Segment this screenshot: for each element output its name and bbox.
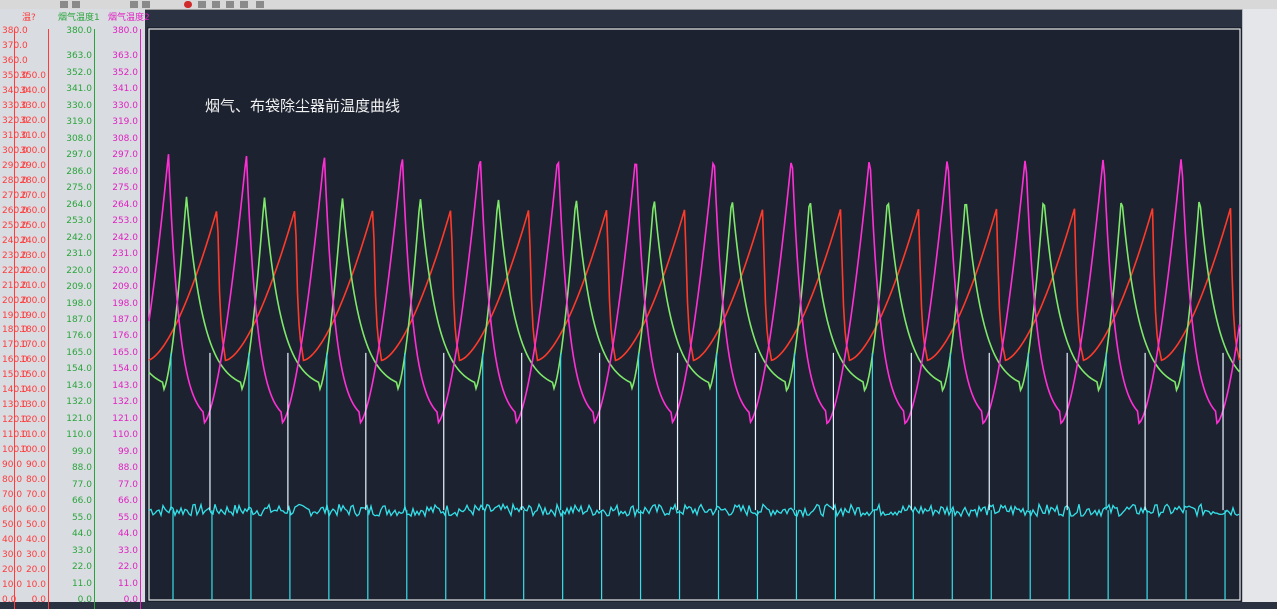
plot-area — [147, 27, 1242, 602]
window-frame — [1242, 9, 1277, 602]
chart-title: 烟气、布袋除尘器前温度曲线 — [205, 97, 401, 115]
